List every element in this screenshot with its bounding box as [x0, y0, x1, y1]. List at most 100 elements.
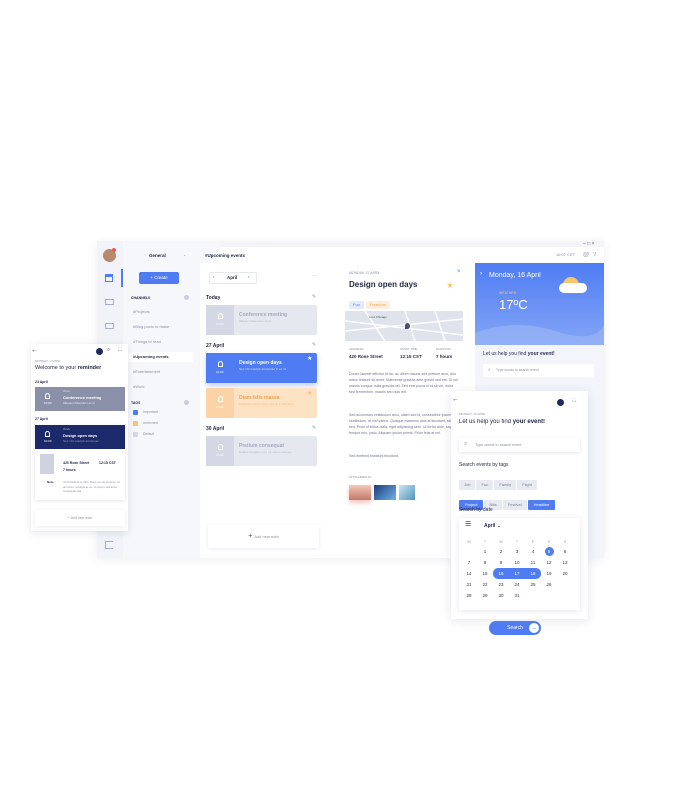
channel-item[interactable]: #Projects — [123, 307, 193, 317]
calendar-day[interactable]: 8 — [477, 557, 493, 568]
calendar: ☰ April ⌄ M T W T F S S 1 2 3 4 5 6 7 8 9 10 11 12 13 14 15 16… — [459, 518, 580, 610]
add-note-button[interactable]: + Add new note — [35, 510, 125, 526]
create-button[interactable]: + Create — [139, 272, 179, 284]
channel-item[interactable]: #Blog posts to make — [123, 322, 193, 332]
channel-item[interactable]: #Upcoming events — [123, 352, 193, 362]
window-controls[interactable]: – □ × — [583, 241, 595, 247]
back-arrow-icon[interactable]: ← — [452, 396, 459, 404]
calendar-day[interactable]: 30 — [493, 590, 509, 601]
channel-item[interactable]: #Work — [123, 382, 193, 392]
duration-value: 7 hours — [436, 354, 453, 359]
menu-icon[interactable]: ☰ — [465, 521, 471, 529]
tag-item[interactable]: Default — [143, 432, 154, 436]
calendar-day[interactable]: 23 — [493, 579, 509, 590]
attachment-thumbnail[interactable] — [349, 485, 371, 500]
search-icon[interactable]: ⌕ — [107, 347, 110, 354]
calendar-day[interactable]: 28 — [461, 590, 477, 601]
selected-day[interactable]: 5 — [544, 547, 554, 556]
calendar-day[interactable]: 10 — [509, 557, 525, 568]
avatar[interactable] — [96, 348, 103, 355]
calendar-day[interactable]: 31 — [509, 590, 525, 601]
tag-fun[interactable]: Fun — [349, 301, 364, 309]
settings-icon[interactable] — [184, 295, 189, 300]
calendar-day[interactable]: 19 — [541, 568, 557, 579]
calendar-day[interactable]: 17 — [509, 568, 525, 579]
close-icon[interactable]: × — [457, 269, 461, 276]
map-thumbnail[interactable] — [40, 454, 54, 474]
calendar-day[interactable]: 13 — [557, 557, 573, 568]
calendar-day[interactable]: 5 — [541, 546, 557, 557]
calendar-day[interactable]: 14 — [461, 568, 477, 579]
calendar-day[interactable]: 18 — [525, 568, 541, 579]
more-icon[interactable]: ··· — [312, 273, 318, 280]
edit-icon[interactable]: ✎ — [312, 425, 316, 431]
title-bold: reminder — [77, 365, 102, 371]
calendar-day[interactable]: 15 — [477, 568, 493, 579]
edit-icon[interactable]: ✎ — [312, 342, 316, 348]
logout-icon[interactable] — [105, 541, 113, 549]
calendar-day[interactable]: 2 — [493, 546, 509, 557]
search-button[interactable]: Search → — [489, 621, 541, 635]
tag-filter[interactable]: Headline — [527, 500, 556, 510]
calendar-day[interactable]: 21 — [461, 579, 477, 590]
tag-item[interactable]: Important — [143, 410, 158, 414]
workspace-name[interactable]: General — [149, 253, 166, 258]
calendar-day[interactable]: 22 — [477, 579, 493, 590]
expand-icon[interactable]: ⛶ — [118, 347, 122, 354]
calendar-day[interactable]: 11 — [525, 557, 541, 568]
event-card[interactable]: 10:00 Diam felis massa Vestibulum ante ips… — [206, 388, 317, 418]
edit-icon[interactable]: ✎ — [312, 294, 316, 300]
calendar-month[interactable]: April ⌄ — [484, 523, 501, 529]
attachment-thumbnail[interactable] — [374, 485, 396, 500]
calendar-day[interactable]: 25 — [525, 579, 541, 590]
chevron-down-icon[interactable]: ⌄ — [183, 253, 186, 258]
calendar-day[interactable]: 7 — [461, 557, 477, 568]
calendar-day[interactable]: 16 — [493, 568, 509, 579]
chevron-right-icon[interactable]: › — [248, 275, 249, 280]
event-card-expanded[interactable]: 10:00 Work Design open days Nec nisl sus… — [35, 425, 125, 500]
event-card[interactable]: 10:00 Conference meeting Aliquam bibendum … — [206, 305, 317, 335]
add-note-button[interactable]: + Add new note — [208, 525, 319, 548]
star-icon[interactable]: ★ — [307, 356, 312, 363]
calendar-day[interactable]: 12 — [541, 557, 557, 568]
channel-item[interactable]: #Things to read — [123, 337, 193, 347]
tag-freedom[interactable]: Freedom — [365, 301, 390, 309]
home-icon[interactable] — [105, 274, 113, 282]
calendar-day[interactable]: 3 — [509, 546, 525, 557]
tag-filter[interactable]: Flight — [517, 480, 537, 490]
calendar-day[interactable]: 29 — [477, 590, 493, 601]
help-icon[interactable]: ? — [593, 252, 596, 259]
chat-icon[interactable] — [105, 323, 114, 329]
calendar-day[interactable]: 6 — [557, 546, 573, 557]
calendar-day[interactable]: 4 — [525, 546, 541, 557]
star-icon[interactable]: ★ — [307, 391, 312, 398]
calendar-day[interactable]: 20 — [557, 568, 573, 579]
back-arrow-icon[interactable]: ← — [31, 347, 38, 355]
event-card[interactable]: 10:00 Work Conference meeting Aliquam bi… — [35, 387, 125, 411]
search-field[interactable]: ⌕ Type words to search event — [483, 364, 594, 377]
calendar-day[interactable]: 26 — [541, 579, 557, 590]
channels-header: CHANNELS — [131, 296, 151, 300]
calendar-day[interactable]: 1 — [477, 546, 493, 557]
video-icon[interactable] — [105, 299, 114, 305]
chevron-right-icon[interactable]: › — [480, 271, 482, 278]
tag-filter[interactable]: Family — [494, 480, 517, 490]
tag-item[interactable]: Irrelevant — [143, 421, 158, 425]
chevron-left-icon[interactable]: ‹ — [213, 275, 214, 280]
event-card[interactable]: 10:00 Pretium consequat Nullam fringilla m… — [206, 436, 317, 466]
tag-filter[interactable]: Job — [459, 480, 476, 490]
attachment-thumbnail[interactable] — [399, 485, 415, 500]
calendar-day[interactable]: 9 — [493, 557, 509, 568]
at-icon[interactable]: @ — [583, 252, 589, 259]
settings-icon[interactable] — [184, 400, 189, 405]
map[interactable]: Lord Chicago — [345, 311, 463, 341]
tag-filter[interactable]: Festival — [502, 500, 527, 510]
channel-item[interactable]: #Entertainment — [123, 367, 193, 377]
calendar-day[interactable]: 24 — [509, 579, 525, 590]
tag-filter[interactable]: Fun — [476, 480, 494, 490]
expand-icon[interactable]: ⛶ — [572, 398, 576, 405]
avatar[interactable] — [557, 399, 564, 406]
event-card[interactable]: 10:00 Design open days Nec nisl suscipit a… — [206, 353, 317, 383]
search-field[interactable]: ⌕ Type words to search event — [459, 438, 580, 452]
star-icon[interactable] — [447, 282, 453, 288]
